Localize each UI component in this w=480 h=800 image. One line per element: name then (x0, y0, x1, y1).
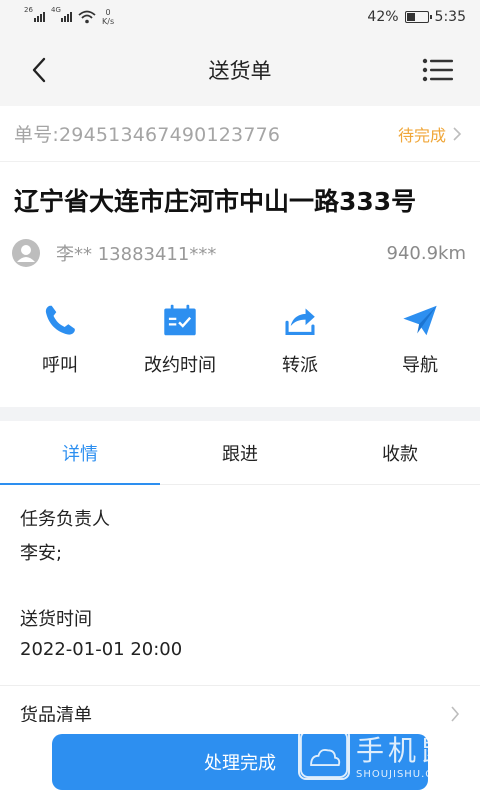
delivery-time-value: 2022-01-01 20:00 (20, 639, 183, 660)
phone-icon (45, 305, 75, 335)
signal-2-icon: 4G (51, 6, 72, 22)
chevron-right-icon (451, 705, 460, 722)
owner-field: 任务负责人 李安; (0, 485, 480, 585)
status-label: 待完成 (397, 125, 446, 145)
tab-follow-up[interactable]: 跟进 (160, 421, 320, 484)
navigate-label: 导航 (402, 355, 438, 376)
transfer-label: 转派 (282, 355, 318, 376)
tab-bar: 详情 跟进 收款 (0, 421, 480, 485)
reschedule-label: 改约时间 (144, 355, 216, 376)
reschedule-button[interactable]: 改约时间 (125, 302, 235, 377)
details-panel: 任务负责人 李安; 送货时间 2022-01-01 20:00 货品清单 (0, 485, 480, 741)
order-number: 单号:294513467490123776 (14, 124, 281, 146)
contact-text: 李** 13883411*** (56, 244, 217, 265)
tab-payment[interactable]: 收款 (320, 421, 480, 484)
delivery-time-field: 送货时间 2022-01-01 20:00 (0, 585, 480, 685)
contact-info: 李** 13883411*** (12, 239, 216, 267)
calendar-check-icon (164, 304, 196, 336)
speed-value: 0 (105, 8, 111, 17)
owner-value: 李安; (20, 543, 63, 564)
watermark-text: 手机鼠 SHOUJISHU.COM (356, 729, 452, 780)
delivery-address: 辽宁省大连市庄河市中山一路333号 (14, 187, 417, 216)
navigate-button[interactable]: 导航 (365, 302, 475, 377)
tab-details[interactable]: 详情 (0, 421, 160, 485)
delivery-time-label: 送货时间 (20, 609, 92, 630)
order-card: 单号:294513467490123776 待完成 辽宁省大连市庄河市中山一路3… (0, 106, 480, 407)
watermark: 手机鼠 SHOUJISHU.COM (297, 728, 452, 780)
battery-fill (406, 13, 415, 21)
page-title: 送货单 (208, 59, 272, 83)
call-label: 呼叫 (42, 355, 78, 376)
network-speed: 0 K/s (102, 8, 114, 26)
network-label: 26 (24, 6, 33, 14)
list-menu-icon (422, 58, 453, 82)
chevron-left-icon (32, 57, 46, 83)
watermark-big: 手机鼠 (355, 733, 452, 767)
wifi-icon (78, 10, 96, 24)
send-icon (403, 305, 437, 336)
owner-label: 任务负责人 (20, 509, 110, 530)
battery-icon (404, 11, 432, 23)
signal-1-icon: 26 (24, 6, 45, 22)
chevron-right-icon (453, 126, 462, 141)
watermark-small: SHOUJISHU.COM (355, 768, 452, 780)
speed-unit: K/s (102, 17, 115, 26)
status-left: 26 4G 0 K/s (24, 6, 114, 26)
call-button[interactable]: 呼叫 (5, 302, 115, 377)
avatar-icon (12, 239, 40, 267)
nav-bar: 送货单 (0, 34, 480, 106)
order-status[interactable]: 待完成 (398, 122, 462, 146)
menu-button[interactable] (422, 56, 456, 84)
back-button[interactable] (30, 56, 58, 84)
distance: 940.9km (386, 242, 467, 264)
status-bar: 26 4G 0 K/s 42% 5:35 (0, 0, 480, 34)
transfer-button[interactable]: 转派 (245, 302, 355, 377)
share-icon (285, 308, 315, 336)
order-number-row[interactable]: 单号:294513467490123776 待完成 (0, 106, 480, 162)
clock: 5:35 (434, 9, 466, 25)
action-bar: 呼叫 改约时间 转派 导航 (0, 272, 480, 407)
battery-percent: 42% (367, 9, 399, 25)
contact-row: 李** 13883411*** 940.9km (0, 228, 480, 272)
network-label: 4G (51, 6, 61, 14)
watermark-logo-icon (297, 728, 350, 780)
status-right: 42% 5:35 (367, 9, 466, 25)
